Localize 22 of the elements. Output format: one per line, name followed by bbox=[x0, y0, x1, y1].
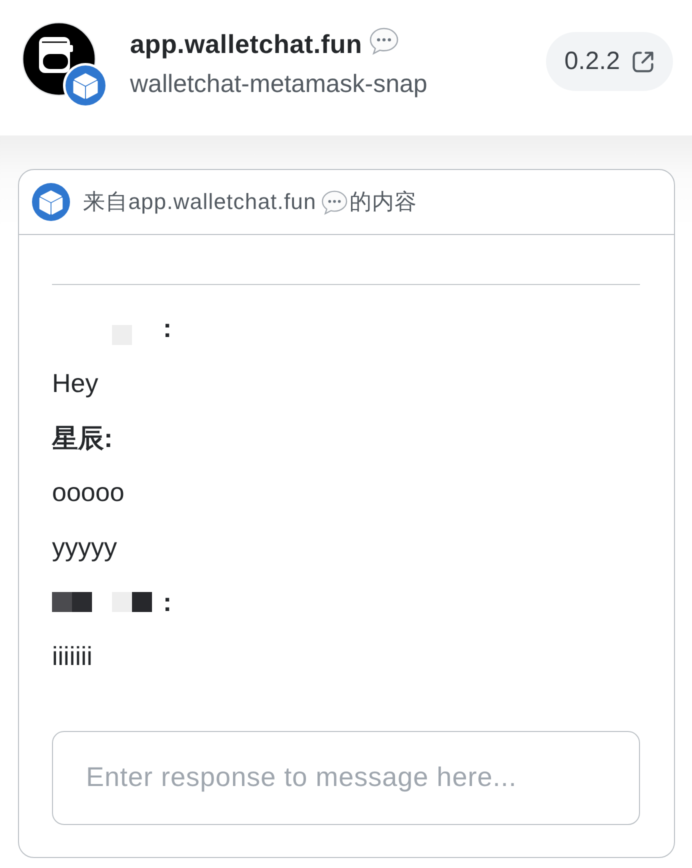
speech-bubble-icon bbox=[369, 27, 400, 55]
sender-name: 星辰: bbox=[52, 422, 113, 454]
sender-name: : bbox=[163, 312, 172, 344]
message-text: Hey bbox=[52, 367, 98, 400]
redaction-block bbox=[72, 592, 92, 612]
heading-text: 来自app.walletchat.fun bbox=[83, 188, 316, 216]
cube-icon bbox=[63, 63, 108, 108]
external-link-icon bbox=[630, 48, 656, 74]
redaction-block bbox=[52, 592, 72, 612]
response-input-field[interactable]: Enter response to message here... bbox=[52, 730, 640, 825]
redaction-block bbox=[112, 592, 132, 612]
snap-name: walletchat-metamask-snap bbox=[130, 70, 428, 98]
message-text: yyyyy bbox=[52, 531, 117, 564]
sender-name: : bbox=[163, 586, 172, 618]
cube-icon bbox=[32, 183, 70, 221]
redaction-block bbox=[132, 592, 152, 612]
message-text: iiiiiii bbox=[52, 640, 92, 672]
version-button[interactable]: 0.2.2 bbox=[546, 32, 673, 91]
speech-bubble-icon bbox=[321, 190, 348, 214]
heading-text: 的内容 bbox=[349, 188, 418, 216]
site-title: app.walletchat.fun bbox=[130, 28, 362, 60]
message-text: ooooo bbox=[52, 476, 124, 508]
